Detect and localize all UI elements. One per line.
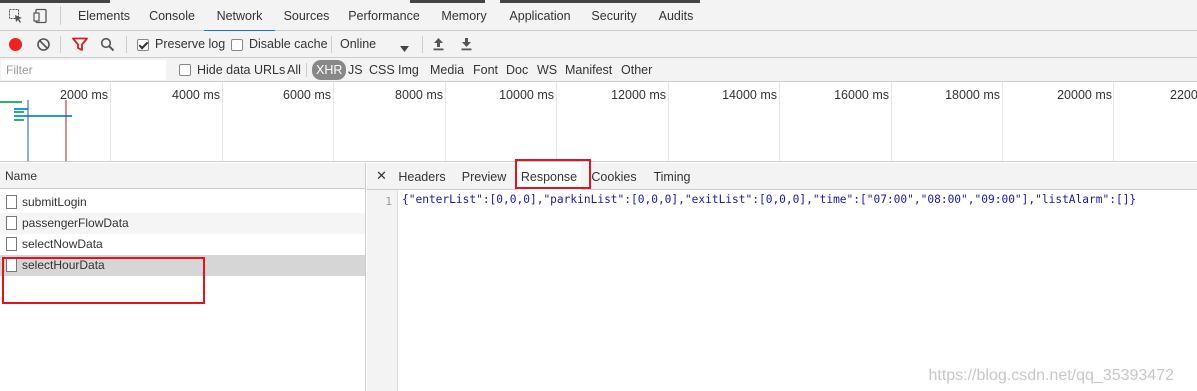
- timeline-tick-label: 18000 ms: [945, 88, 1000, 102]
- checkbox-box: [179, 64, 191, 76]
- filter-type-all[interactable]: All: [287, 63, 301, 77]
- request-name: selectNowData: [22, 237, 103, 251]
- request-name: selectHourData: [22, 258, 105, 272]
- timeline-tick-label: 16000 ms: [834, 88, 889, 102]
- timeline-gridline: [222, 82, 223, 161]
- network-toolbar: Preserve log Disable cache Online: [0, 31, 1197, 58]
- checkbox-box: [231, 39, 243, 51]
- tab-cookies[interactable]: Cookies: [585, 163, 643, 190]
- request-row[interactable]: submitLogin: [0, 192, 365, 213]
- tab-performance[interactable]: Performance: [338, 0, 430, 31]
- timeline-tick-label: 4000 ms: [172, 88, 220, 102]
- document-icon: [6, 216, 17, 230]
- tab-response[interactable]: Response: [517, 163, 581, 190]
- filter-bar: Hide data URLs All XHR JS CSS Img Media …: [0, 58, 1197, 82]
- checkbox-box: [137, 39, 149, 51]
- chevron-down-icon[interactable]: [400, 41, 409, 55]
- document-icon: [6, 195, 17, 209]
- timeline-overview[interactable]: 2000 ms 4000 ms 6000 ms 8000 ms 10000 ms…: [0, 82, 1197, 162]
- timeline-gridline: [1113, 82, 1114, 161]
- filter-type-xhr[interactable]: XHR: [312, 60, 347, 80]
- timeline-request-bars: [0, 100, 72, 161]
- timeline-tick-label: 2200: [1170, 88, 1197, 102]
- timeline-tick-label: 20000 ms: [1057, 88, 1112, 102]
- request-name: passengerFlowData: [22, 216, 129, 230]
- timeline-tick-label: 12000 ms: [611, 88, 666, 102]
- tab-console[interactable]: Console: [140, 0, 204, 31]
- timeline-tick-label: 8000 ms: [395, 88, 443, 102]
- timeline-gridline: [779, 82, 780, 161]
- name-column-header[interactable]: Name: [0, 163, 365, 189]
- device-toolbar-icon[interactable]: [33, 8, 49, 24]
- request-list: Name submitLogin passengerFlowData selec…: [0, 163, 366, 391]
- filter-type-js[interactable]: JS: [348, 63, 363, 77]
- tab-memory[interactable]: Memory: [430, 0, 498, 31]
- preserve-log-label: Preserve log: [155, 37, 226, 51]
- response-text: {"enterList":[0,0,0],"parkinList":[0,0,0…: [402, 193, 1137, 206]
- export-har-icon[interactable]: [460, 37, 473, 54]
- import-har-icon[interactable]: [432, 37, 445, 54]
- hide-data-urls-label: Hide data URLs: [197, 63, 286, 77]
- tab-headers[interactable]: Headers: [393, 163, 451, 190]
- filter-type-img[interactable]: Img: [398, 63, 419, 77]
- request-row[interactable]: passengerFlowData: [0, 213, 365, 234]
- disable-cache-checkbox[interactable]: [231, 38, 243, 52]
- timeline-tick-label: 14000 ms: [722, 88, 777, 102]
- request-row-selected[interactable]: selectHourData: [0, 255, 365, 276]
- timeline-gridline: [668, 82, 669, 161]
- tab-application[interactable]: Application: [498, 0, 582, 31]
- filter-icon[interactable]: [72, 37, 88, 55]
- filter-type-ws[interactable]: WS: [537, 63, 557, 77]
- inspect-element-icon[interactable]: [8, 8, 24, 24]
- tab-sources[interactable]: Sources: [275, 0, 338, 31]
- filter-type-doc[interactable]: Doc: [506, 63, 528, 77]
- filter-type-manifest[interactable]: Manifest: [565, 63, 612, 77]
- timeline-gridline: [556, 82, 557, 161]
- request-row[interactable]: selectNowData: [0, 234, 365, 255]
- filter-type-media[interactable]: Media: [430, 63, 464, 77]
- request-detail: ✕ Headers Preview Response Cookies Timin…: [367, 163, 1197, 391]
- separator: [60, 36, 61, 53]
- tab-preview[interactable]: Preview: [455, 163, 513, 190]
- disable-cache-label: Disable cache: [249, 37, 328, 51]
- separator: [60, 6, 61, 25]
- tab-security[interactable]: Security: [582, 0, 646, 31]
- filter-type-other[interactable]: Other: [621, 63, 652, 77]
- separator: [306, 63, 307, 77]
- throttle-select[interactable]: Online: [340, 37, 376, 51]
- search-icon[interactable]: [100, 37, 115, 55]
- line-number: 1: [385, 195, 392, 208]
- timeline-tick-label: 10000 ms: [499, 88, 554, 102]
- preserve-log-checkbox[interactable]: [137, 38, 149, 52]
- request-name: submitLogin: [22, 195, 87, 209]
- response-body[interactable]: {"enterList":[0,0,0],"parkinList":[0,0,0…: [402, 193, 1136, 206]
- separator: [422, 36, 423, 53]
- separator: [126, 36, 127, 53]
- timeline-gridline: [445, 82, 446, 161]
- filter-type-css[interactable]: CSS: [369, 63, 395, 77]
- timeline-gridline: [1002, 82, 1003, 161]
- line-number-gutter: 1: [367, 190, 398, 391]
- timeline-gridline: [333, 82, 334, 161]
- devtools-tab-bar: Elements Console Network Sources Perform…: [0, 0, 1197, 32]
- record-button[interactable]: [9, 38, 22, 51]
- separator: [331, 36, 332, 53]
- tab-timing[interactable]: Timing: [647, 163, 697, 190]
- hide-data-urls-checkbox[interactable]: [179, 63, 191, 77]
- timeline-tick-label: 6000 ms: [283, 88, 331, 102]
- timeline-gridline: [891, 82, 892, 161]
- tab-network[interactable]: Network: [204, 0, 275, 32]
- watermark: https://blog.csdn.net/qq_35393472: [928, 367, 1174, 384]
- filter-input[interactable]: [1, 60, 166, 80]
- close-icon[interactable]: ✕: [376, 168, 387, 184]
- tab-audits[interactable]: Audits: [646, 0, 706, 31]
- detail-tab-bar: ✕ Headers Preview Response Cookies Timin…: [367, 163, 1197, 190]
- filter-type-font[interactable]: Font: [473, 63, 498, 77]
- clear-icon[interactable]: [36, 37, 51, 55]
- document-icon: [6, 237, 17, 251]
- tab-elements[interactable]: Elements: [68, 0, 140, 31]
- document-icon: [6, 258, 17, 272]
